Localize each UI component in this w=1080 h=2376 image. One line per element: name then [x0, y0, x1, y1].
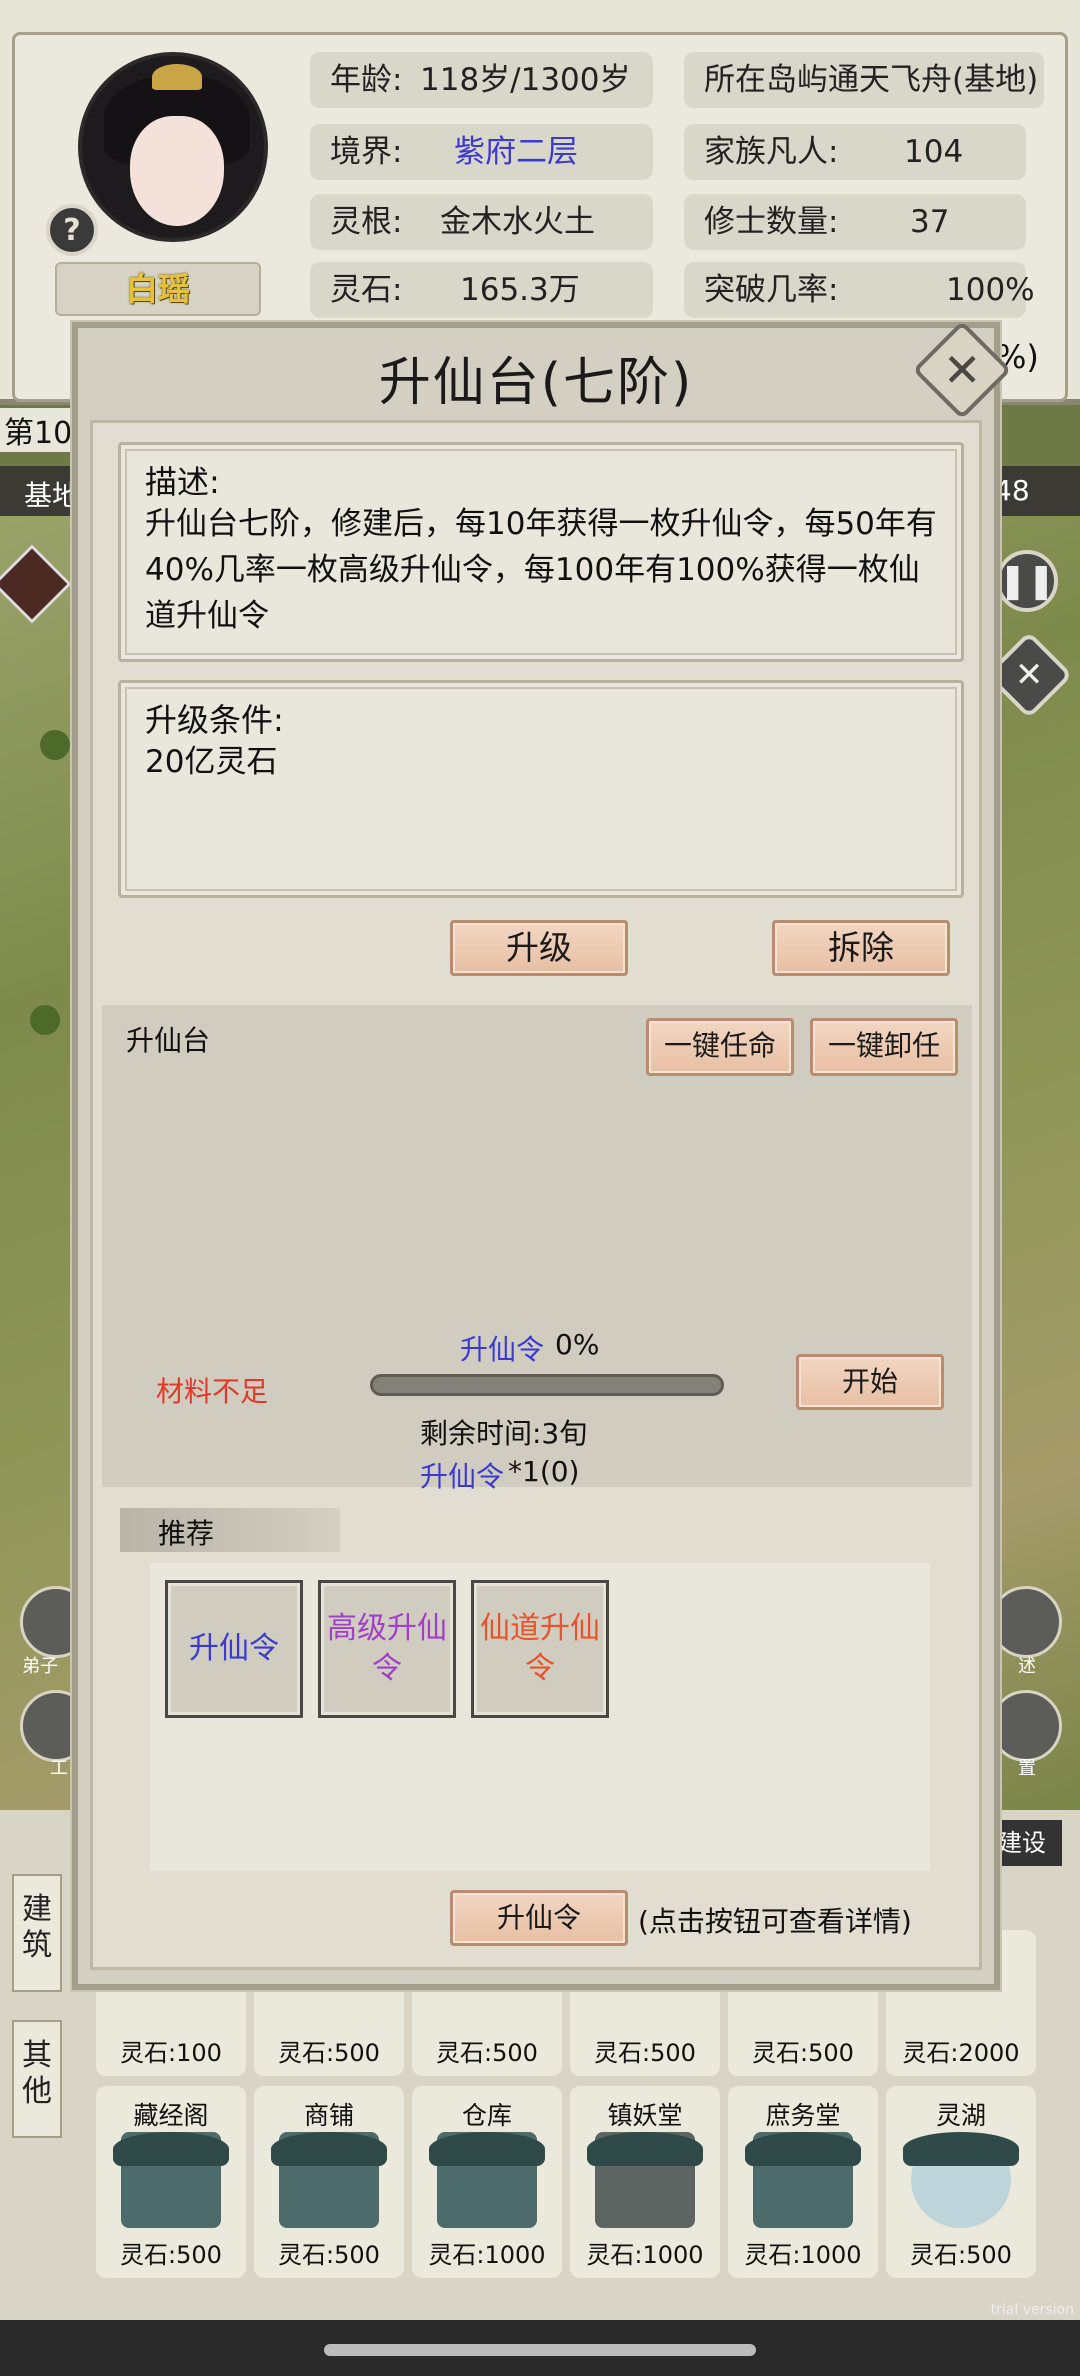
upgrade-conditions-box: 升级条件: 20亿灵石: [118, 680, 964, 898]
recommend-title: 推荐: [158, 1517, 215, 1550]
dialog-title: 升仙台(七阶): [378, 353, 694, 413]
description-title: 描述:: [145, 463, 220, 501]
output-item: 升仙令: [420, 1460, 505, 1493]
close-icon: ✕: [912, 320, 1012, 420]
dialog-header: 升仙台(七阶): [72, 322, 1000, 422]
start-button[interactable]: 开始: [796, 1354, 944, 1410]
status-text: 材料不足: [156, 1375, 269, 1408]
upgrade-title: 升级条件:: [145, 701, 284, 739]
one-click-dismiss-button[interactable]: 一键卸任: [810, 1018, 958, 1076]
recommend-item[interactable]: 升仙令: [165, 1580, 303, 1718]
close-button[interactable]: ✕: [906, 320, 1018, 420]
upgrade-button[interactable]: 升级: [450, 920, 628, 976]
detail-hint: (点击按钮可查看详情): [638, 1905, 912, 1938]
one-click-appoint-button[interactable]: 一键任命: [646, 1018, 794, 1076]
recommend-item[interactable]: 仙道升仙令: [471, 1580, 609, 1718]
demolish-button[interactable]: 拆除: [772, 920, 950, 976]
recommend-header: 推荐: [120, 1508, 340, 1552]
item-detail-button[interactable]: 升仙令: [450, 1890, 628, 1946]
recommend-item[interactable]: 高级升仙令: [318, 1580, 456, 1718]
assignment-title: 升仙台: [126, 1024, 211, 1057]
remaining-time: 剩余时间:3旬: [420, 1417, 588, 1450]
description-text: 升仙台七阶，修建后，每10年获得一枚升仙令，每50年有40%几率一枚高级升仙令，…: [145, 506, 937, 634]
upgrade-requirement: 20亿灵石: [145, 744, 278, 780]
production-percent: 0%: [555, 1328, 600, 1361]
description-box: 描述: 升仙台七阶，修建后，每10年获得一枚升仙令，每50年有40%几率一枚高级…: [118, 442, 964, 662]
production-item-name: 升仙令: [460, 1333, 545, 1366]
production-progress-bar: [370, 1374, 724, 1396]
output-count: *1(0): [508, 1455, 580, 1488]
